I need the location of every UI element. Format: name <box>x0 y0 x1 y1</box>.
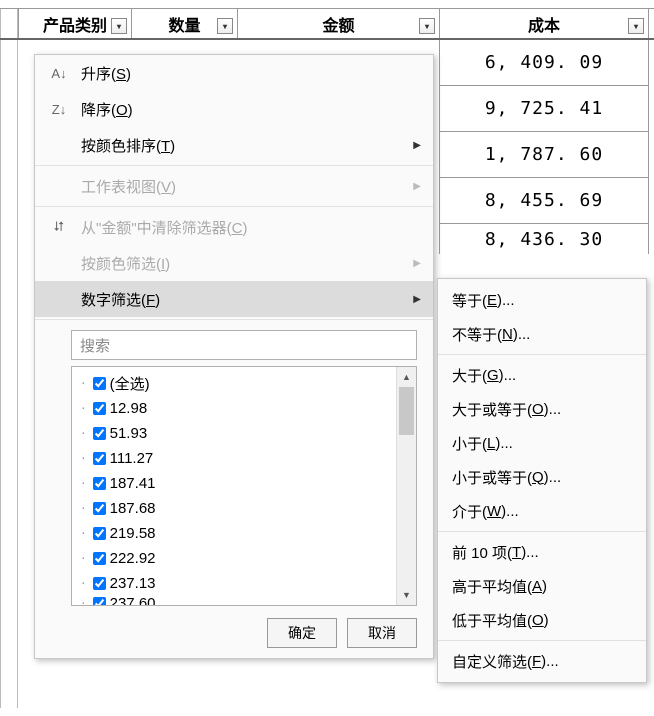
scroll-down-icon[interactable]: ▼ <box>397 585 416 605</box>
list-item[interactable]: ·12.98 <box>76 396 392 421</box>
list-item[interactable]: ·51.93 <box>76 421 392 446</box>
filter-dropdown-icon[interactable]: ▾ <box>628 18 644 34</box>
list-item-label: 219.58 <box>110 525 156 542</box>
filter-values-scroll[interactable]: ·(全选) ·12.98 ·51.93 ·111.27 ·187.41 ·187… <box>72 367 396 605</box>
sort-descending[interactable]: Z↓ 降序(O) <box>35 91 433 127</box>
clear-filter-icon: ⮃ <box>49 219 69 235</box>
spreadsheet-table: 产品类别 ▾ 数量 ▾ 金额 ▾ 成本 ▾ <box>0 8 654 40</box>
sort-desc-icon: Z↓ <box>49 102 69 117</box>
table-cell[interactable]: 1, 787. 60 <box>439 132 649 178</box>
cost-column-body: 6, 409. 09 9, 725. 41 1, 787. 60 8, 455.… <box>439 40 649 254</box>
filter-dropdown-icon[interactable]: ▾ <box>217 18 233 34</box>
menu-separator <box>35 319 433 320</box>
header-cost: 成本 ▾ <box>439 9 649 38</box>
nf-top10[interactable]: 前 10 项(T)... <box>438 535 646 569</box>
table-cell[interactable]: 9, 725. 41 <box>439 86 649 132</box>
nf-custom[interactable]: 自定义筛选(F)... <box>438 644 646 678</box>
sheet-view: 工作表视图(V) <box>35 168 433 204</box>
list-item[interactable]: ·187.41 <box>76 471 392 496</box>
sort-ascending[interactable]: A↓ 升序(S) <box>35 55 433 91</box>
menu-separator <box>438 531 646 532</box>
header-label: 数量 <box>168 12 200 36</box>
filter-dropdown-icon[interactable]: ▾ <box>419 18 435 34</box>
number-filter[interactable]: 数字筛选(F) <box>35 281 433 317</box>
list-item[interactable]: ·187.68 <box>76 496 392 521</box>
list-item-label: 237.13 <box>110 575 156 592</box>
list-item[interactable]: ·111.27 <box>76 446 392 471</box>
nf-less-equal[interactable]: 小于或等于(Q)... <box>438 460 646 494</box>
clear-filter: ⮃ 从"金额"中清除筛选器(C) <box>35 209 433 245</box>
nf-less[interactable]: 小于(L)... <box>438 426 646 460</box>
scroll-up-icon[interactable]: ▲ <box>397 367 416 387</box>
nf-greater-equal[interactable]: 大于或等于(O)... <box>438 392 646 426</box>
header-label: 产品类别 <box>43 12 107 36</box>
checkbox[interactable] <box>93 597 106 606</box>
checkbox[interactable] <box>93 452 106 465</box>
list-item-label: 222.92 <box>110 550 156 567</box>
nf-below-avg[interactable]: 低于平均值(O) <box>438 603 646 637</box>
nf-greater[interactable]: 大于(G)... <box>438 358 646 392</box>
row-header-gutter <box>0 8 18 708</box>
list-item-label: 111.27 <box>110 450 154 467</box>
list-item[interactable]: ·(全选) <box>76 371 392 396</box>
list-item[interactable]: ·237.13 <box>76 571 392 596</box>
list-item-label: (全选) <box>110 373 150 394</box>
row-header-cell <box>0 9 18 38</box>
checkbox[interactable] <box>93 502 106 515</box>
cell-value: 6, 409. 09 <box>485 52 603 73</box>
sort-by-color[interactable]: 按颜色排序(T) <box>35 127 433 163</box>
header-product-category: 产品类别 ▾ <box>18 9 131 38</box>
nf-equals[interactable]: 等于(E)... <box>438 283 646 317</box>
cell-value: 9, 725. 41 <box>485 98 603 119</box>
scrollbar[interactable]: ▲ ▼ <box>396 367 416 605</box>
menu-separator <box>35 165 433 166</box>
ok-button[interactable]: 确定 <box>267 618 337 648</box>
header-label: 金额 <box>322 12 354 36</box>
filter-values-list: ·(全选) ·12.98 ·51.93 ·111.27 ·187.41 ·187… <box>71 366 417 606</box>
menu-separator <box>438 640 646 641</box>
checkbox[interactable] <box>93 377 106 390</box>
header-amount: 金额 ▾ <box>237 9 439 38</box>
filter-buttons: 确定 取消 <box>35 618 417 648</box>
list-item[interactable]: ·219.58 <box>76 521 392 546</box>
checkbox[interactable] <box>93 552 106 565</box>
list-item-label: 12.98 <box>110 400 148 417</box>
checkbox[interactable] <box>93 427 106 440</box>
header-label: 成本 <box>528 12 560 36</box>
nf-above-avg[interactable]: 高于平均值(A) <box>438 569 646 603</box>
nf-not-equal[interactable]: 不等于(N)... <box>438 317 646 351</box>
list-item[interactable]: ·237.60 <box>76 596 392 605</box>
table-cell[interactable]: 8, 436. 30 <box>439 224 649 254</box>
checkbox[interactable] <box>93 477 106 490</box>
cancel-button[interactable]: 取消 <box>347 618 417 648</box>
cell-value: 8, 436. 30 <box>485 229 603 250</box>
header-row: 产品类别 ▾ 数量 ▾ 金额 ▾ 成本 ▾ <box>0 8 654 40</box>
filter-by-color: 按颜色筛选(I) <box>35 245 433 281</box>
number-filter-submenu: 等于(E)... 不等于(N)... 大于(G)... 大于或等于(O)... … <box>437 278 647 683</box>
checkbox[interactable] <box>93 577 106 590</box>
list-item-label: 237.60 <box>110 596 156 605</box>
filter-search-input[interactable]: 搜索 <box>71 330 417 360</box>
checkbox[interactable] <box>93 402 106 415</box>
sort-asc-icon: A↓ <box>49 66 69 81</box>
autofilter-menu: A↓ 升序(S) Z↓ 降序(O) 按颜色排序(T) 工作表视图(V) ⮃ 从"… <box>34 54 434 659</box>
table-cell[interactable]: 8, 455. 69 <box>439 178 649 224</box>
list-item-label: 51.93 <box>110 425 148 442</box>
menu-separator <box>35 206 433 207</box>
list-item-label: 187.68 <box>110 500 156 517</box>
checkbox[interactable] <box>93 527 106 540</box>
cell-value: 8, 455. 69 <box>485 190 603 211</box>
scroll-thumb[interactable] <box>399 387 414 435</box>
nf-between[interactable]: 介于(W)... <box>438 494 646 528</box>
filter-dropdown-icon[interactable]: ▾ <box>111 18 127 34</box>
scroll-track[interactable] <box>397 387 416 585</box>
header-quantity: 数量 ▾ <box>131 9 237 38</box>
cell-value: 1, 787. 60 <box>485 144 603 165</box>
menu-separator <box>438 354 646 355</box>
list-item[interactable]: ·222.92 <box>76 546 392 571</box>
list-item-label: 187.41 <box>110 475 156 492</box>
table-cell[interactable]: 6, 409. 09 <box>439 40 649 86</box>
search-placeholder: 搜索 <box>80 335 110 356</box>
